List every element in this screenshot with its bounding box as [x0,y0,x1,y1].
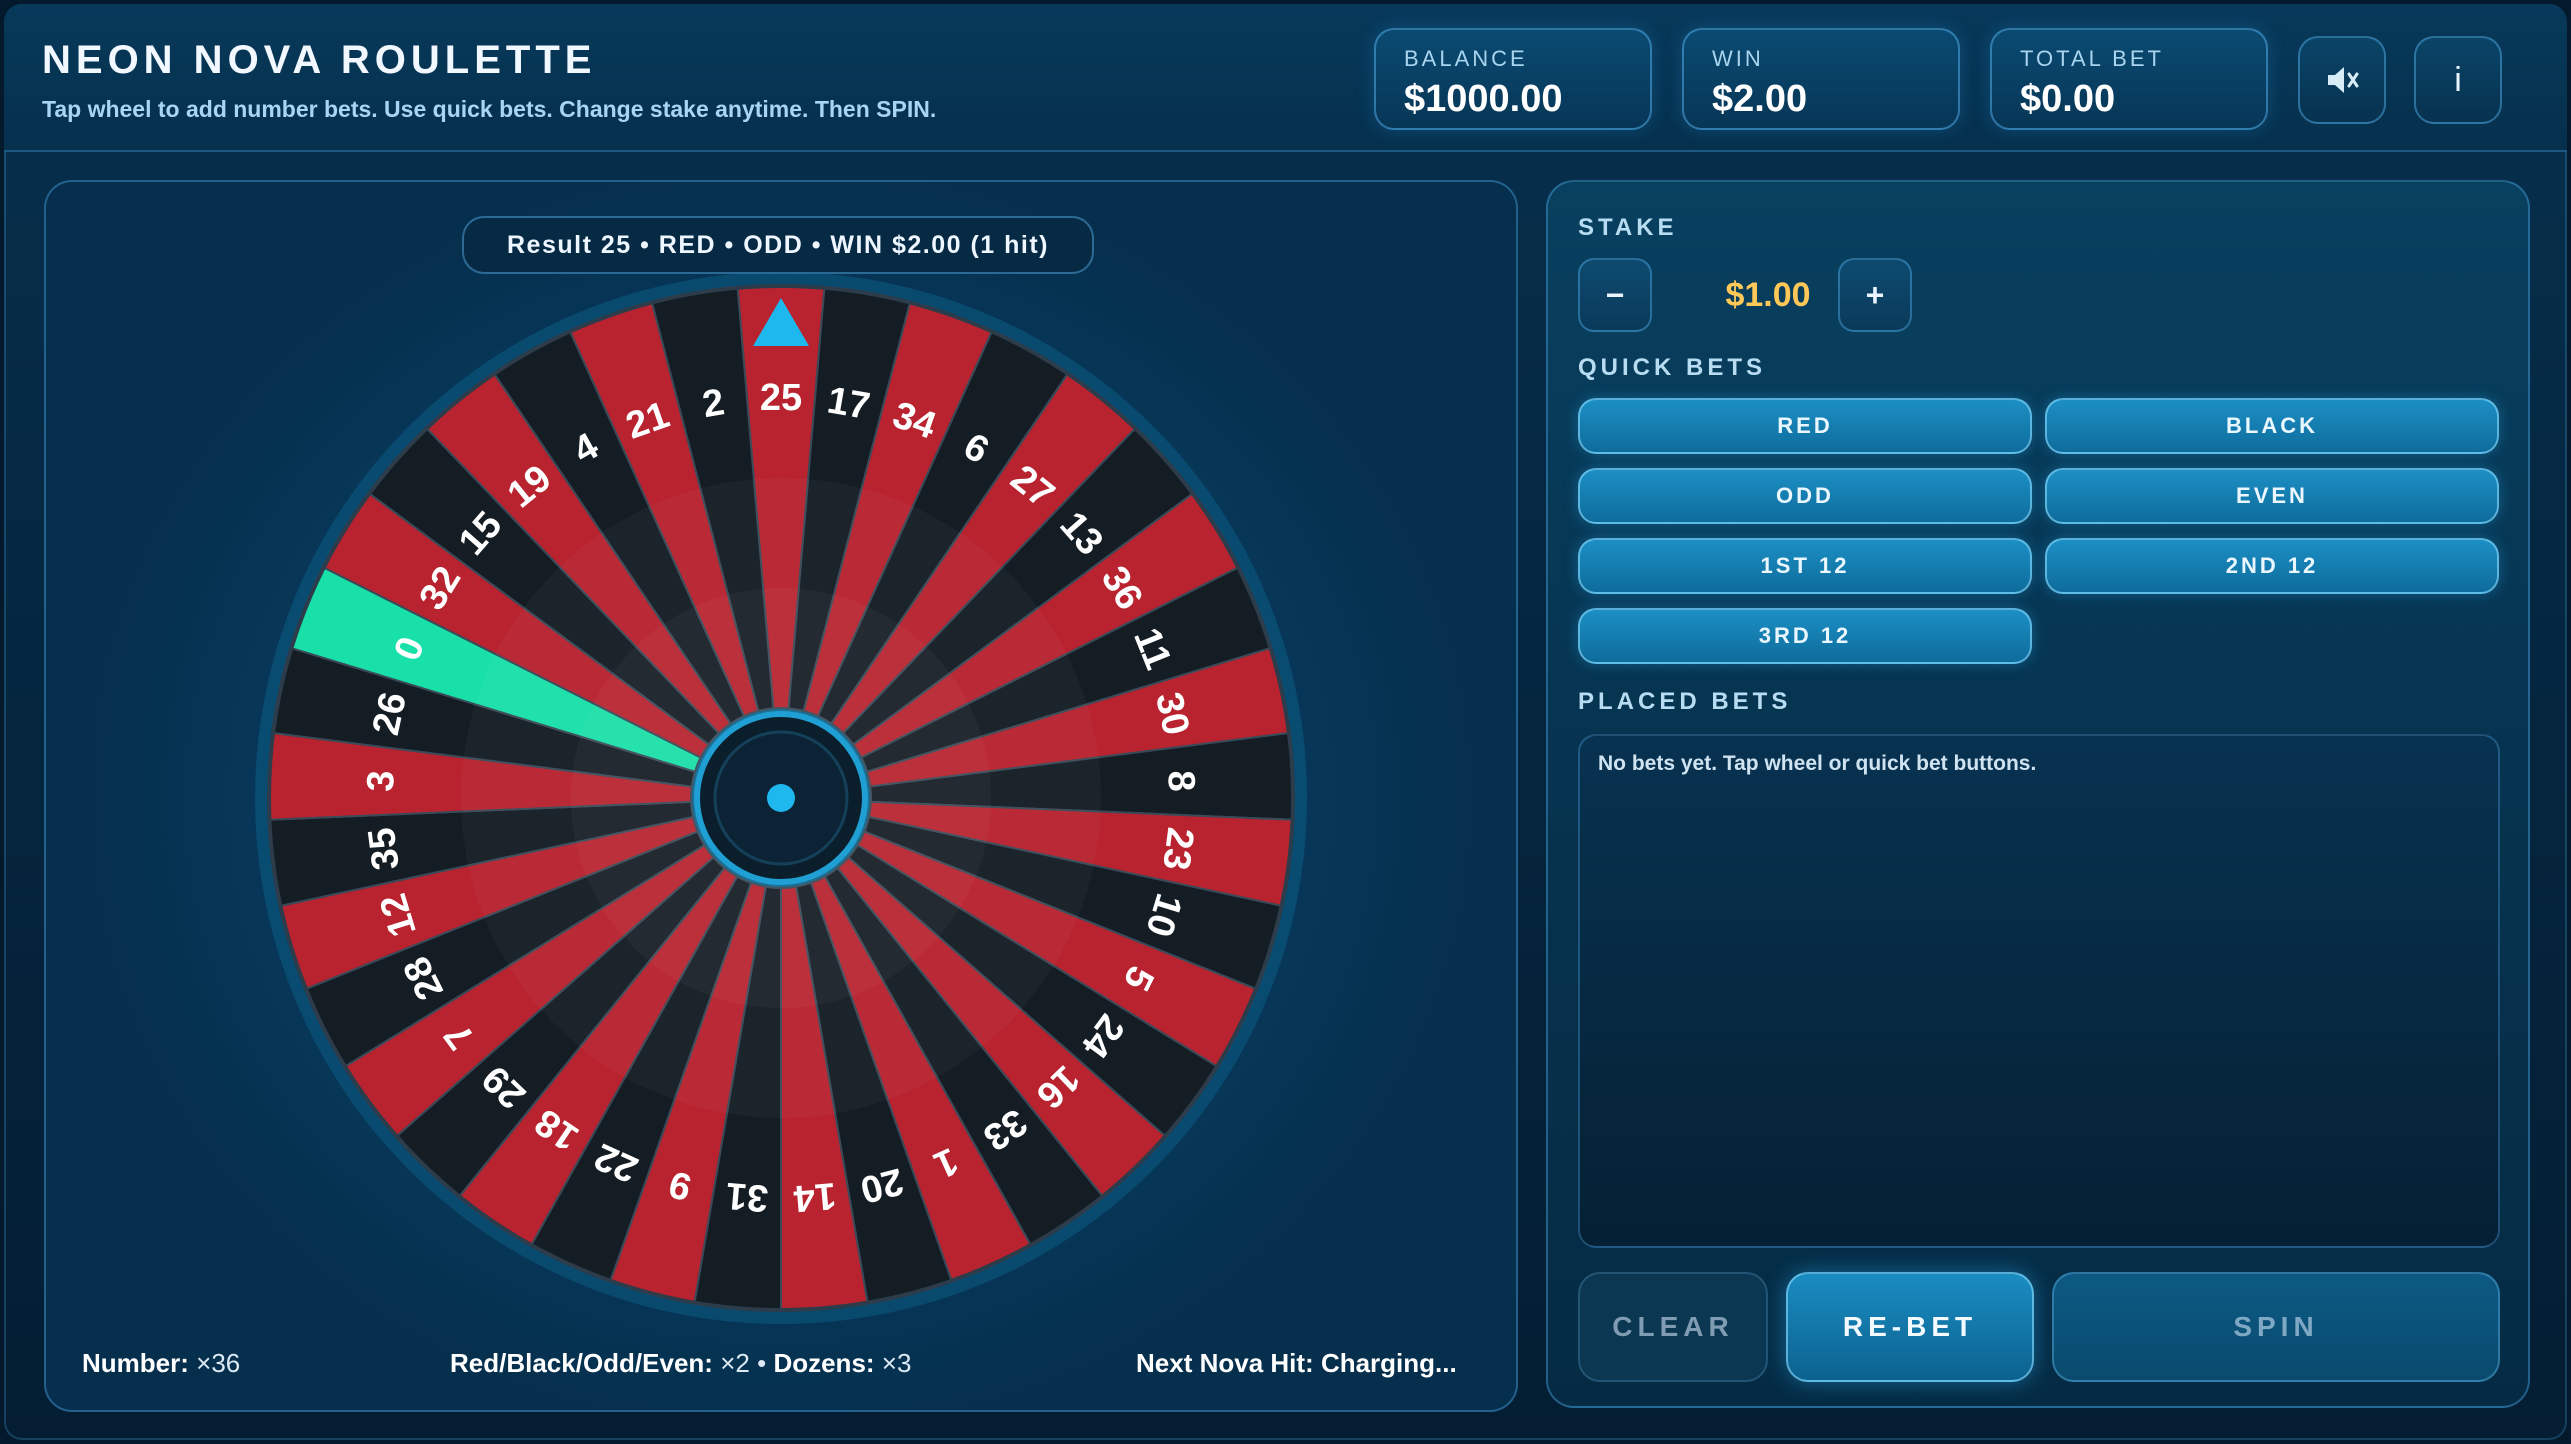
payout-dozens-label: Dozens: [773,1348,875,1378]
total-bet-card: TOTAL BET $0.00 [1990,28,2268,130]
wheel-number-label: 30 [1147,689,1197,739]
balance-label: BALANCE [1404,46,1528,71]
wheel-number-label: 35 [361,825,408,872]
clear-button[interactable]: CLEAR [1578,1272,1768,1382]
placed-bets-label: PLACED BETS [1578,688,1792,715]
wheel-number-label: 8 [1159,770,1202,793]
game-instructions: Tap wheel to add number bets. Use quick … [42,96,937,122]
roulette-app: NEON NOVA ROULETTE Tap wheel to add numb… [4,4,2567,1440]
win-card: WIN $2.00 [1682,28,1960,130]
spin-button[interactable]: SPIN [2052,1272,2500,1382]
payout-number-value: ×36 [196,1348,241,1378]
payout-dozens-value: ×3 [881,1348,912,1378]
quick-bet-black-button[interactable]: BLACK [2045,398,2499,454]
nova-hit-label: Next Nova Hit: [1136,1348,1314,1378]
placed-bets-empty-text: No bets yet. Tap wheel or quick bet butt… [1598,752,2037,775]
win-label: WIN [1712,46,1764,71]
wheel-number-label: 14 [792,1174,838,1219]
sound-toggle-button[interactable] [2298,36,2386,124]
quick-bet-3rd12-button[interactable]: 3RD 12 [1578,608,2032,664]
quick-bets-label: QUICK BETS [1578,354,1767,381]
betting-panel: STAKE − $1.00 + QUICK BETS RED BLACK ODD… [1546,180,2530,1408]
stake-label: STAKE [1578,214,1678,241]
quick-bet-red-button[interactable]: RED [1578,398,2032,454]
wheel-number-label: 3 [360,770,403,793]
header-bar: NEON NOVA ROULETTE Tap wheel to add numb… [4,4,2567,152]
wheel-center-dot [767,784,795,812]
wheel-number-label: 17 [824,379,873,428]
stake-decrease-button[interactable]: − [1578,258,1652,332]
wheel-panel: 25 17 34 6 27 13 36 11 30 8 23 10 5 24 16 33 1 20 14 31 9 22 1… [44,180,1518,1412]
info-icon: i [2454,60,2462,99]
payout-rboe-label: Red/Black/Odd/Even: [450,1348,713,1378]
payout-outside-note: Red/Black/Odd/Even: ×2 • Dozens: ×3 [450,1348,911,1379]
rebet-button[interactable]: RE-BET [1786,1272,2034,1382]
game-title: NEON NOVA ROULETTE [42,38,597,82]
quick-bet-2nd12-button[interactable]: 2ND 12 [2045,538,2499,594]
result-banner: Result 25 • RED • ODD • WIN $2.00 (1 hit… [462,216,1094,274]
wheel-number-label: 23 [1154,825,1201,872]
roulette-wheel[interactable]: 25 17 346271336113082310524163312014319221… [46,182,1516,1410]
quick-bet-1st12-button[interactable]: 1ST 12 [1578,538,2032,594]
total-bet-label: TOTAL BET [2020,46,2164,71]
payout-number-label: Number: [82,1348,189,1378]
wheel-number-label: 31 [724,1174,770,1219]
info-button[interactable]: i [2414,36,2502,124]
payout-rboe-value: ×2 [720,1348,750,1378]
wheel-number-label: 26 [365,689,415,739]
quick-bet-odd-button[interactable]: ODD [1578,468,2032,524]
quick-bet-even-button[interactable]: EVEN [2045,468,2499,524]
total-bet-value: $0.00 [2020,78,2116,120]
nova-hit-note: Next Nova Hit: Charging... [1136,1348,1457,1379]
stake-increase-button[interactable]: + [1838,258,1912,332]
payout-separator: • [757,1348,767,1378]
nova-hit-value: Charging... [1320,1348,1457,1378]
stake-value: $1.00 [1725,276,1811,314]
balance-card: BALANCE $1000.00 [1374,28,1652,130]
placed-bets-list[interactable]: No bets yet. Tap wheel or quick bet butt… [1578,734,2500,1248]
wheel-number-label: 25 [760,377,802,419]
win-value: $2.00 [1712,78,1808,120]
payout-number-note: Number: ×36 [82,1348,240,1379]
balance-value: $1000.00 [1404,78,1563,120]
speaker-muted-icon [2328,67,2359,93]
